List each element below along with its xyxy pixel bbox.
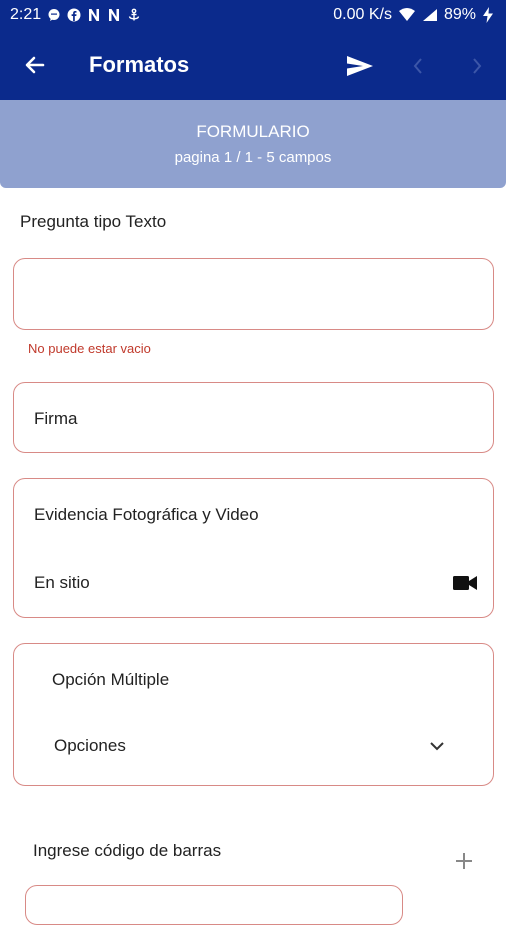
text-question-input[interactable] xyxy=(13,258,494,330)
notification-n-icon xyxy=(87,8,101,22)
photo-video-evidence-field: Evidencia Fotográfica y Video En sitio xyxy=(13,478,494,618)
signal-icon xyxy=(422,8,438,22)
chevron-left-icon xyxy=(413,58,422,74)
anchor-icon xyxy=(127,8,141,22)
form-banner-title: FORMULARIO xyxy=(196,122,310,141)
evidence-mode-label: En sitio xyxy=(34,573,90,592)
send-button[interactable] xyxy=(345,52,375,80)
text-question-error: No puede estar vacio xyxy=(28,341,151,356)
evidence-label: Evidencia Fotográfica y Video xyxy=(34,505,259,524)
plus-icon[interactable] xyxy=(452,849,476,873)
multiple-choice-label: Opción Múltiple xyxy=(52,670,170,689)
barcode-input[interactable] xyxy=(25,885,403,925)
barcode-label: Ingrese código de barras xyxy=(33,841,222,860)
battery-charging-icon xyxy=(482,7,494,23)
previous-page-button[interactable] xyxy=(408,55,428,77)
signature-label: Firma xyxy=(34,409,78,428)
signature-field[interactable]: Firma xyxy=(13,382,494,453)
app-bar: Formatos xyxy=(0,30,506,100)
notification-n-icon xyxy=(107,8,121,22)
video-camera-icon[interactable] xyxy=(451,573,479,593)
options-dropdown[interactable]: Opciones xyxy=(34,720,474,770)
status-bar-right: 0.00 K/s 89% xyxy=(333,6,506,24)
wifi-icon xyxy=(398,8,416,22)
battery-percent: 89% xyxy=(443,6,476,23)
status-bar-left: 2:21 xyxy=(0,6,141,24)
options-dropdown-value: Opciones xyxy=(54,736,126,755)
form-banner: FORMULARIO pagina 1 / 1 - 5 campos xyxy=(0,100,506,188)
arrow-left-icon xyxy=(25,56,45,74)
chevron-down-icon xyxy=(427,736,447,756)
status-bar: 2:21 0.00 K/s 89% xyxy=(0,0,506,30)
text-question-label: Pregunta tipo Texto xyxy=(20,212,167,231)
back-button[interactable] xyxy=(20,51,50,79)
app-title: Formatos xyxy=(89,52,190,77)
multiple-choice-field: Opción Múltiple Opciones xyxy=(13,643,494,786)
send-icon xyxy=(347,56,373,76)
message-icon xyxy=(47,8,61,22)
next-page-button[interactable] xyxy=(467,55,487,77)
status-time: 2:21 xyxy=(10,6,42,23)
chevron-right-icon xyxy=(473,58,482,74)
form-banner-subtitle: pagina 1 / 1 - 5 campos xyxy=(174,149,332,166)
network-speed: 0.00 K/s xyxy=(333,6,392,23)
facebook-icon xyxy=(67,8,81,22)
